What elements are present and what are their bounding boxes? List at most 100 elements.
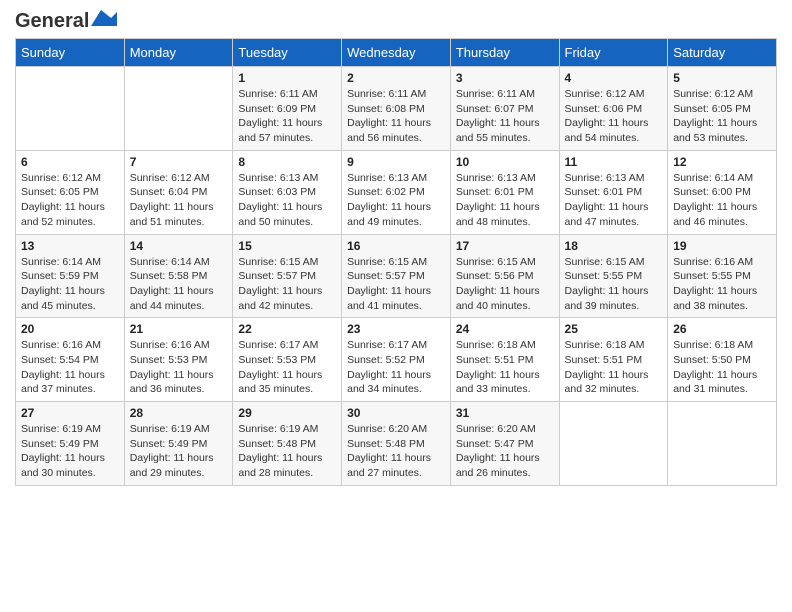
- calendar-cell: 13 Sunrise: 6:14 AM Sunset: 5:59 PM Dayli…: [16, 234, 125, 318]
- calendar-cell: [559, 402, 668, 486]
- calendar-cell: [668, 402, 777, 486]
- day-info: Sunrise: 6:15 AM Sunset: 5:56 PM Dayligh…: [456, 255, 554, 314]
- day-number: 21: [130, 322, 228, 336]
- day-number: 15: [238, 239, 336, 253]
- calendar-cell: 28 Sunrise: 6:19 AM Sunset: 5:49 PM Dayli…: [124, 402, 233, 486]
- calendar-cell: 24Sunrise: 6:18 AM Sunset: 5:51 PM Dayli…: [450, 318, 559, 402]
- logo-text-general: General: [15, 11, 89, 31]
- day-number: 14: [130, 239, 228, 253]
- day-number: 28: [130, 406, 228, 420]
- calendar-cell: 5 Sunrise: 6:12 AM Sunset: 6:05 PM Daylig…: [668, 67, 777, 151]
- calendar-cell: 3 Sunrise: 6:11 AM Sunset: 6:07 PM Daylig…: [450, 67, 559, 151]
- day-number: 25: [565, 322, 663, 336]
- day-number: 16: [347, 239, 445, 253]
- calendar-cell: 12 Sunrise: 6:14 AM Sunset: 6:00 PM Dayli…: [668, 150, 777, 234]
- day-number: 19: [673, 239, 771, 253]
- calendar-cell: 22 Sunrise: 6:17 AM Sunset: 5:53 PM Dayli…: [233, 318, 342, 402]
- day-of-week-header: Tuesday: [233, 39, 342, 67]
- calendar-cell: 11 Sunrise: 6:13 AM Sunset: 6:01 PM Dayli…: [559, 150, 668, 234]
- day-number: 26: [673, 322, 771, 336]
- day-info: Sunrise: 6:12 AM Sunset: 6:04 PM Dayligh…: [130, 171, 228, 230]
- day-info: Sunrise: 6:12 AM Sunset: 6:05 PM Dayligh…: [21, 171, 119, 230]
- day-info: Sunrise: 6:14 AM Sunset: 5:58 PM Dayligh…: [130, 255, 228, 314]
- day-number: 22: [238, 322, 336, 336]
- calendar-cell: 29Sunrise: 6:19 AM Sunset: 5:48 PM Dayli…: [233, 402, 342, 486]
- day-info: Sunrise: 6:16 AM Sunset: 5:54 PM Dayligh…: [21, 338, 119, 397]
- day-info: Sunrise: 6:14 AM Sunset: 5:59 PM Dayligh…: [21, 255, 119, 314]
- calendar-week-row: 27 Sunrise: 6:19 AM Sunset: 5:49 PM Dayli…: [16, 402, 777, 486]
- calendar-cell: [124, 67, 233, 151]
- day-of-week-header: Thursday: [450, 39, 559, 67]
- day-number: 9: [347, 155, 445, 169]
- calendar-cell: 8 Sunrise: 6:13 AM Sunset: 6:03 PM Daylig…: [233, 150, 342, 234]
- day-info: Sunrise: 6:13 AM Sunset: 6:02 PM Dayligh…: [347, 171, 445, 230]
- calendar-cell: 30 Sunrise: 6:20 AM Sunset: 5:48 PM Dayli…: [342, 402, 451, 486]
- day-number: 18: [565, 239, 663, 253]
- calendar-cell: 18 Sunrise: 6:15 AM Sunset: 5:55 PM Dayli…: [559, 234, 668, 318]
- day-info: Sunrise: 6:20 AM Sunset: 5:48 PM Dayligh…: [347, 422, 445, 481]
- day-number: 6: [21, 155, 119, 169]
- day-number: 27: [21, 406, 119, 420]
- day-info: Sunrise: 6:16 AM Sunset: 5:53 PM Dayligh…: [130, 338, 228, 397]
- day-number: 1: [238, 71, 336, 85]
- calendar-cell: 26 Sunrise: 6:18 AM Sunset: 5:50 PM Dayli…: [668, 318, 777, 402]
- day-info: Sunrise: 6:19 AM Sunset: 5:48 PM Dayligh…: [238, 422, 336, 481]
- calendar-week-row: 1 Sunrise: 6:11 AM Sunset: 6:09 PM Daylig…: [16, 67, 777, 151]
- day-of-week-header: Wednesday: [342, 39, 451, 67]
- day-number: 7: [130, 155, 228, 169]
- day-info: Sunrise: 6:20 AM Sunset: 5:47 PM Dayligh…: [456, 422, 554, 481]
- day-info: Sunrise: 6:17 AM Sunset: 5:53 PM Dayligh…: [238, 338, 336, 397]
- calendar-cell: 15Sunrise: 6:15 AM Sunset: 5:57 PM Dayli…: [233, 234, 342, 318]
- logo: General: [15, 10, 117, 30]
- calendar-week-row: 6 Sunrise: 6:12 AM Sunset: 6:05 PM Daylig…: [16, 150, 777, 234]
- day-info: Sunrise: 6:18 AM Sunset: 5:50 PM Dayligh…: [673, 338, 771, 397]
- day-number: 3: [456, 71, 554, 85]
- day-number: 12: [673, 155, 771, 169]
- day-info: Sunrise: 6:17 AM Sunset: 5:52 PM Dayligh…: [347, 338, 445, 397]
- day-info: Sunrise: 6:11 AM Sunset: 6:09 PM Dayligh…: [238, 87, 336, 146]
- day-info: Sunrise: 6:19 AM Sunset: 5:49 PM Dayligh…: [130, 422, 228, 481]
- calendar-cell: 7 Sunrise: 6:12 AM Sunset: 6:04 PM Daylig…: [124, 150, 233, 234]
- day-info: Sunrise: 6:14 AM Sunset: 6:00 PM Dayligh…: [673, 171, 771, 230]
- day-info: Sunrise: 6:11 AM Sunset: 6:08 PM Dayligh…: [347, 87, 445, 146]
- day-info: Sunrise: 6:16 AM Sunset: 5:55 PM Dayligh…: [673, 255, 771, 314]
- day-info: Sunrise: 6:15 AM Sunset: 5:55 PM Dayligh…: [565, 255, 663, 314]
- day-number: 20: [21, 322, 119, 336]
- calendar-week-row: 13 Sunrise: 6:14 AM Sunset: 5:59 PM Dayli…: [16, 234, 777, 318]
- day-number: 13: [21, 239, 119, 253]
- calendar-cell: 31 Sunrise: 6:20 AM Sunset: 5:47 PM Dayli…: [450, 402, 559, 486]
- calendar-cell: 4 Sunrise: 6:12 AM Sunset: 6:06 PM Daylig…: [559, 67, 668, 151]
- header: General: [15, 10, 777, 30]
- day-of-week-header: Sunday: [16, 39, 125, 67]
- calendar-cell: 9 Sunrise: 6:13 AM Sunset: 6:02 PM Daylig…: [342, 150, 451, 234]
- day-number: 8: [238, 155, 336, 169]
- header-row: SundayMondayTuesdayWednesdayThursdayFrid…: [16, 39, 777, 67]
- logo-icon: [91, 6, 117, 32]
- calendar-cell: 27Sunrise: 6:19 AM Sunset: 5:49 PM Dayli…: [16, 402, 125, 486]
- day-info: Sunrise: 6:13 AM Sunset: 6:01 PM Dayligh…: [565, 171, 663, 230]
- calendar-cell: 23 Sunrise: 6:17 AM Sunset: 5:52 PM Dayli…: [342, 318, 451, 402]
- day-info: Sunrise: 6:18 AM Sunset: 5:51 PM Dayligh…: [565, 338, 663, 397]
- day-of-week-header: Saturday: [668, 39, 777, 67]
- day-number: 2: [347, 71, 445, 85]
- day-number: 4: [565, 71, 663, 85]
- day-of-week-header: Friday: [559, 39, 668, 67]
- day-info: Sunrise: 6:12 AM Sunset: 6:06 PM Dayligh…: [565, 87, 663, 146]
- calendar-cell: [16, 67, 125, 151]
- day-number: 31: [456, 406, 554, 420]
- calendar-cell: 25 Sunrise: 6:18 AM Sunset: 5:51 PM Dayli…: [559, 318, 668, 402]
- day-number: 30: [347, 406, 445, 420]
- day-number: 11: [565, 155, 663, 169]
- day-info: Sunrise: 6:11 AM Sunset: 6:07 PM Dayligh…: [456, 87, 554, 146]
- day-info: Sunrise: 6:13 AM Sunset: 6:03 PM Dayligh…: [238, 171, 336, 230]
- calendar-table: SundayMondayTuesdayWednesdayThursdayFrid…: [15, 38, 777, 486]
- day-number: 5: [673, 71, 771, 85]
- calendar-cell: 10 Sunrise: 6:13 AM Sunset: 6:01 PM Dayli…: [450, 150, 559, 234]
- day-number: 10: [456, 155, 554, 169]
- calendar-cell: 2 Sunrise: 6:11 AM Sunset: 6:08 PM Daylig…: [342, 67, 451, 151]
- day-info: Sunrise: 6:12 AM Sunset: 6:05 PM Dayligh…: [673, 87, 771, 146]
- page-container: General SundayMondayTuesdayWednesdayThur…: [0, 0, 792, 501]
- day-info: Sunrise: 6:13 AM Sunset: 6:01 PM Dayligh…: [456, 171, 554, 230]
- day-number: 24: [456, 322, 554, 336]
- day-number: 23: [347, 322, 445, 336]
